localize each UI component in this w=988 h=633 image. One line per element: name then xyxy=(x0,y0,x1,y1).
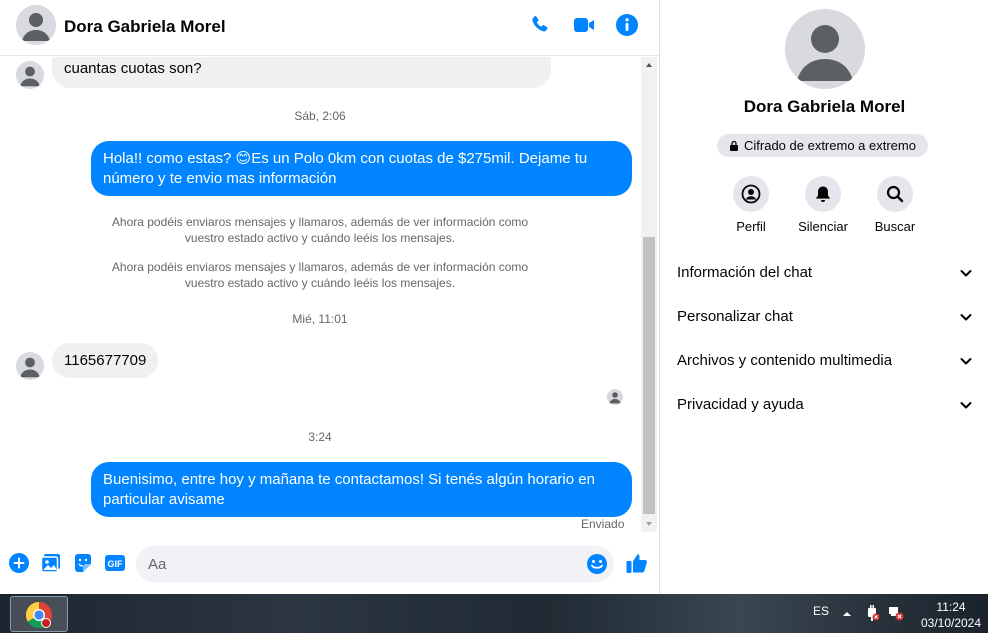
chevron-down-icon xyxy=(960,402,972,409)
message-composer: GIF xyxy=(0,540,659,588)
incoming-message-bubble[interactable]: cuantas cuotas son? xyxy=(52,57,551,88)
chat-pane: Dora Gabriela Morel cuantas cuotas son? … xyxy=(0,0,660,594)
info-icon[interactable] xyxy=(615,13,639,37)
conversation-info-pane: Dora Gabriela Morel Cifrado de extremo a… xyxy=(661,0,988,594)
message-text: Hola!! como estas? 😊Es un Polo 0km con c… xyxy=(103,150,588,187)
section-label: Personalizar chat xyxy=(677,308,793,325)
show-hidden-icons-arrow-icon[interactable] xyxy=(842,610,852,618)
contact-name[interactable]: Dora Gabriela Morel xyxy=(64,17,226,37)
search-action[interactable]: Buscar xyxy=(865,176,925,234)
section-privacy-help[interactable]: Privacidad y ayuda xyxy=(669,384,979,424)
encryption-label: Cifrado de extremo a extremo xyxy=(744,138,916,153)
photo-attach-icon[interactable] xyxy=(40,552,62,574)
chat-header: Dora Gabriela Morel xyxy=(0,0,659,56)
section-media-files[interactable]: Archivos y contenido multimedia xyxy=(669,340,979,380)
section-label: Privacidad y ayuda xyxy=(677,396,804,413)
section-label: Información del chat xyxy=(677,264,813,281)
thumbs-up-icon[interactable] xyxy=(625,551,649,575)
chrome-taskbar-button[interactable] xyxy=(10,596,68,632)
svg-text:GIF: GIF xyxy=(108,559,124,569)
sender-avatar xyxy=(16,61,44,89)
outgoing-message-bubble[interactable]: Hola!! como estas? 😊Es un Polo 0km con c… xyxy=(91,141,632,196)
timestamp: Sáb, 2:06 xyxy=(294,109,346,123)
profile-name: Dora Gabriela Morel xyxy=(743,97,906,116)
message-text: Buenisimo, entre hoy y mañana te contact… xyxy=(103,471,595,508)
system-notice: Ahora podéis enviaros mensajes y llamaro… xyxy=(111,260,529,290)
clock-date: 03/10/2024 xyxy=(920,616,982,630)
outgoing-message-bubble[interactable]: Buenisimo, entre hoy y mañana te contact… xyxy=(91,462,632,517)
chevron-down-icon xyxy=(960,358,972,365)
more-actions-plus-icon[interactable] xyxy=(8,552,30,574)
message-list[interactable]: cuantas cuotas son? Sáb, 2:06 Hola!! com… xyxy=(0,57,640,532)
incoming-message-bubble[interactable]: 1165677709 xyxy=(52,343,159,378)
lock-icon xyxy=(730,140,738,151)
timestamp: Mié, 11:01 xyxy=(292,312,348,326)
windows-taskbar: ES 11:24 03/10/2024 xyxy=(0,594,988,633)
phone-call-icon[interactable] xyxy=(528,13,552,37)
message-text: 1165677709 xyxy=(64,352,147,369)
scrollbar-thumb[interactable] xyxy=(643,237,655,514)
message-input[interactable] xyxy=(136,546,614,582)
sticker-icon[interactable] xyxy=(72,552,94,574)
timestamp: 3:24 xyxy=(308,430,332,444)
section-customize-chat[interactable]: Personalizar chat xyxy=(669,296,979,336)
emoji-icon[interactable] xyxy=(586,553,608,575)
mute-action[interactable]: Silenciar xyxy=(793,176,853,234)
scroll-down-arrow-icon[interactable] xyxy=(641,516,657,532)
system-clock[interactable]: 11:24 03/10/2024 xyxy=(918,599,984,631)
video-call-icon[interactable] xyxy=(572,13,596,37)
search-icon xyxy=(877,176,913,212)
bell-icon xyxy=(805,176,841,212)
network-disconnected-icon[interactable] xyxy=(888,605,904,621)
delivery-status: Enviado xyxy=(581,517,625,531)
chevron-down-icon xyxy=(960,314,972,321)
section-label: Archivos y contenido multimedia xyxy=(677,352,893,369)
profile-avatar-large[interactable] xyxy=(785,9,865,89)
power-plug-icon[interactable] xyxy=(864,605,880,621)
sender-avatar xyxy=(16,352,44,380)
action-label: Perfil xyxy=(736,219,766,234)
section-chat-info[interactable]: Información del chat xyxy=(669,252,979,292)
system-notice: Ahora podéis enviaros mensajes y llamaro… xyxy=(111,215,529,245)
seen-indicator-avatar xyxy=(607,389,623,405)
action-label: Silenciar xyxy=(798,219,848,234)
profile-icon xyxy=(733,176,769,212)
clock-time: 11:24 xyxy=(936,600,966,614)
contact-avatar[interactable] xyxy=(16,5,56,45)
profile-action[interactable]: Perfil xyxy=(721,176,781,234)
message-text: cuantas cuotas son? xyxy=(64,60,202,77)
message-scrollbar[interactable] xyxy=(641,57,657,532)
language-indicator[interactable]: ES xyxy=(813,604,829,618)
encryption-badge[interactable]: Cifrado de extremo a extremo xyxy=(717,134,928,157)
action-label: Buscar xyxy=(874,219,916,234)
scroll-up-arrow-icon[interactable] xyxy=(641,57,657,73)
gif-icon[interactable]: GIF xyxy=(104,552,126,574)
chrome-icon xyxy=(25,601,52,629)
chevron-down-icon xyxy=(960,270,972,277)
